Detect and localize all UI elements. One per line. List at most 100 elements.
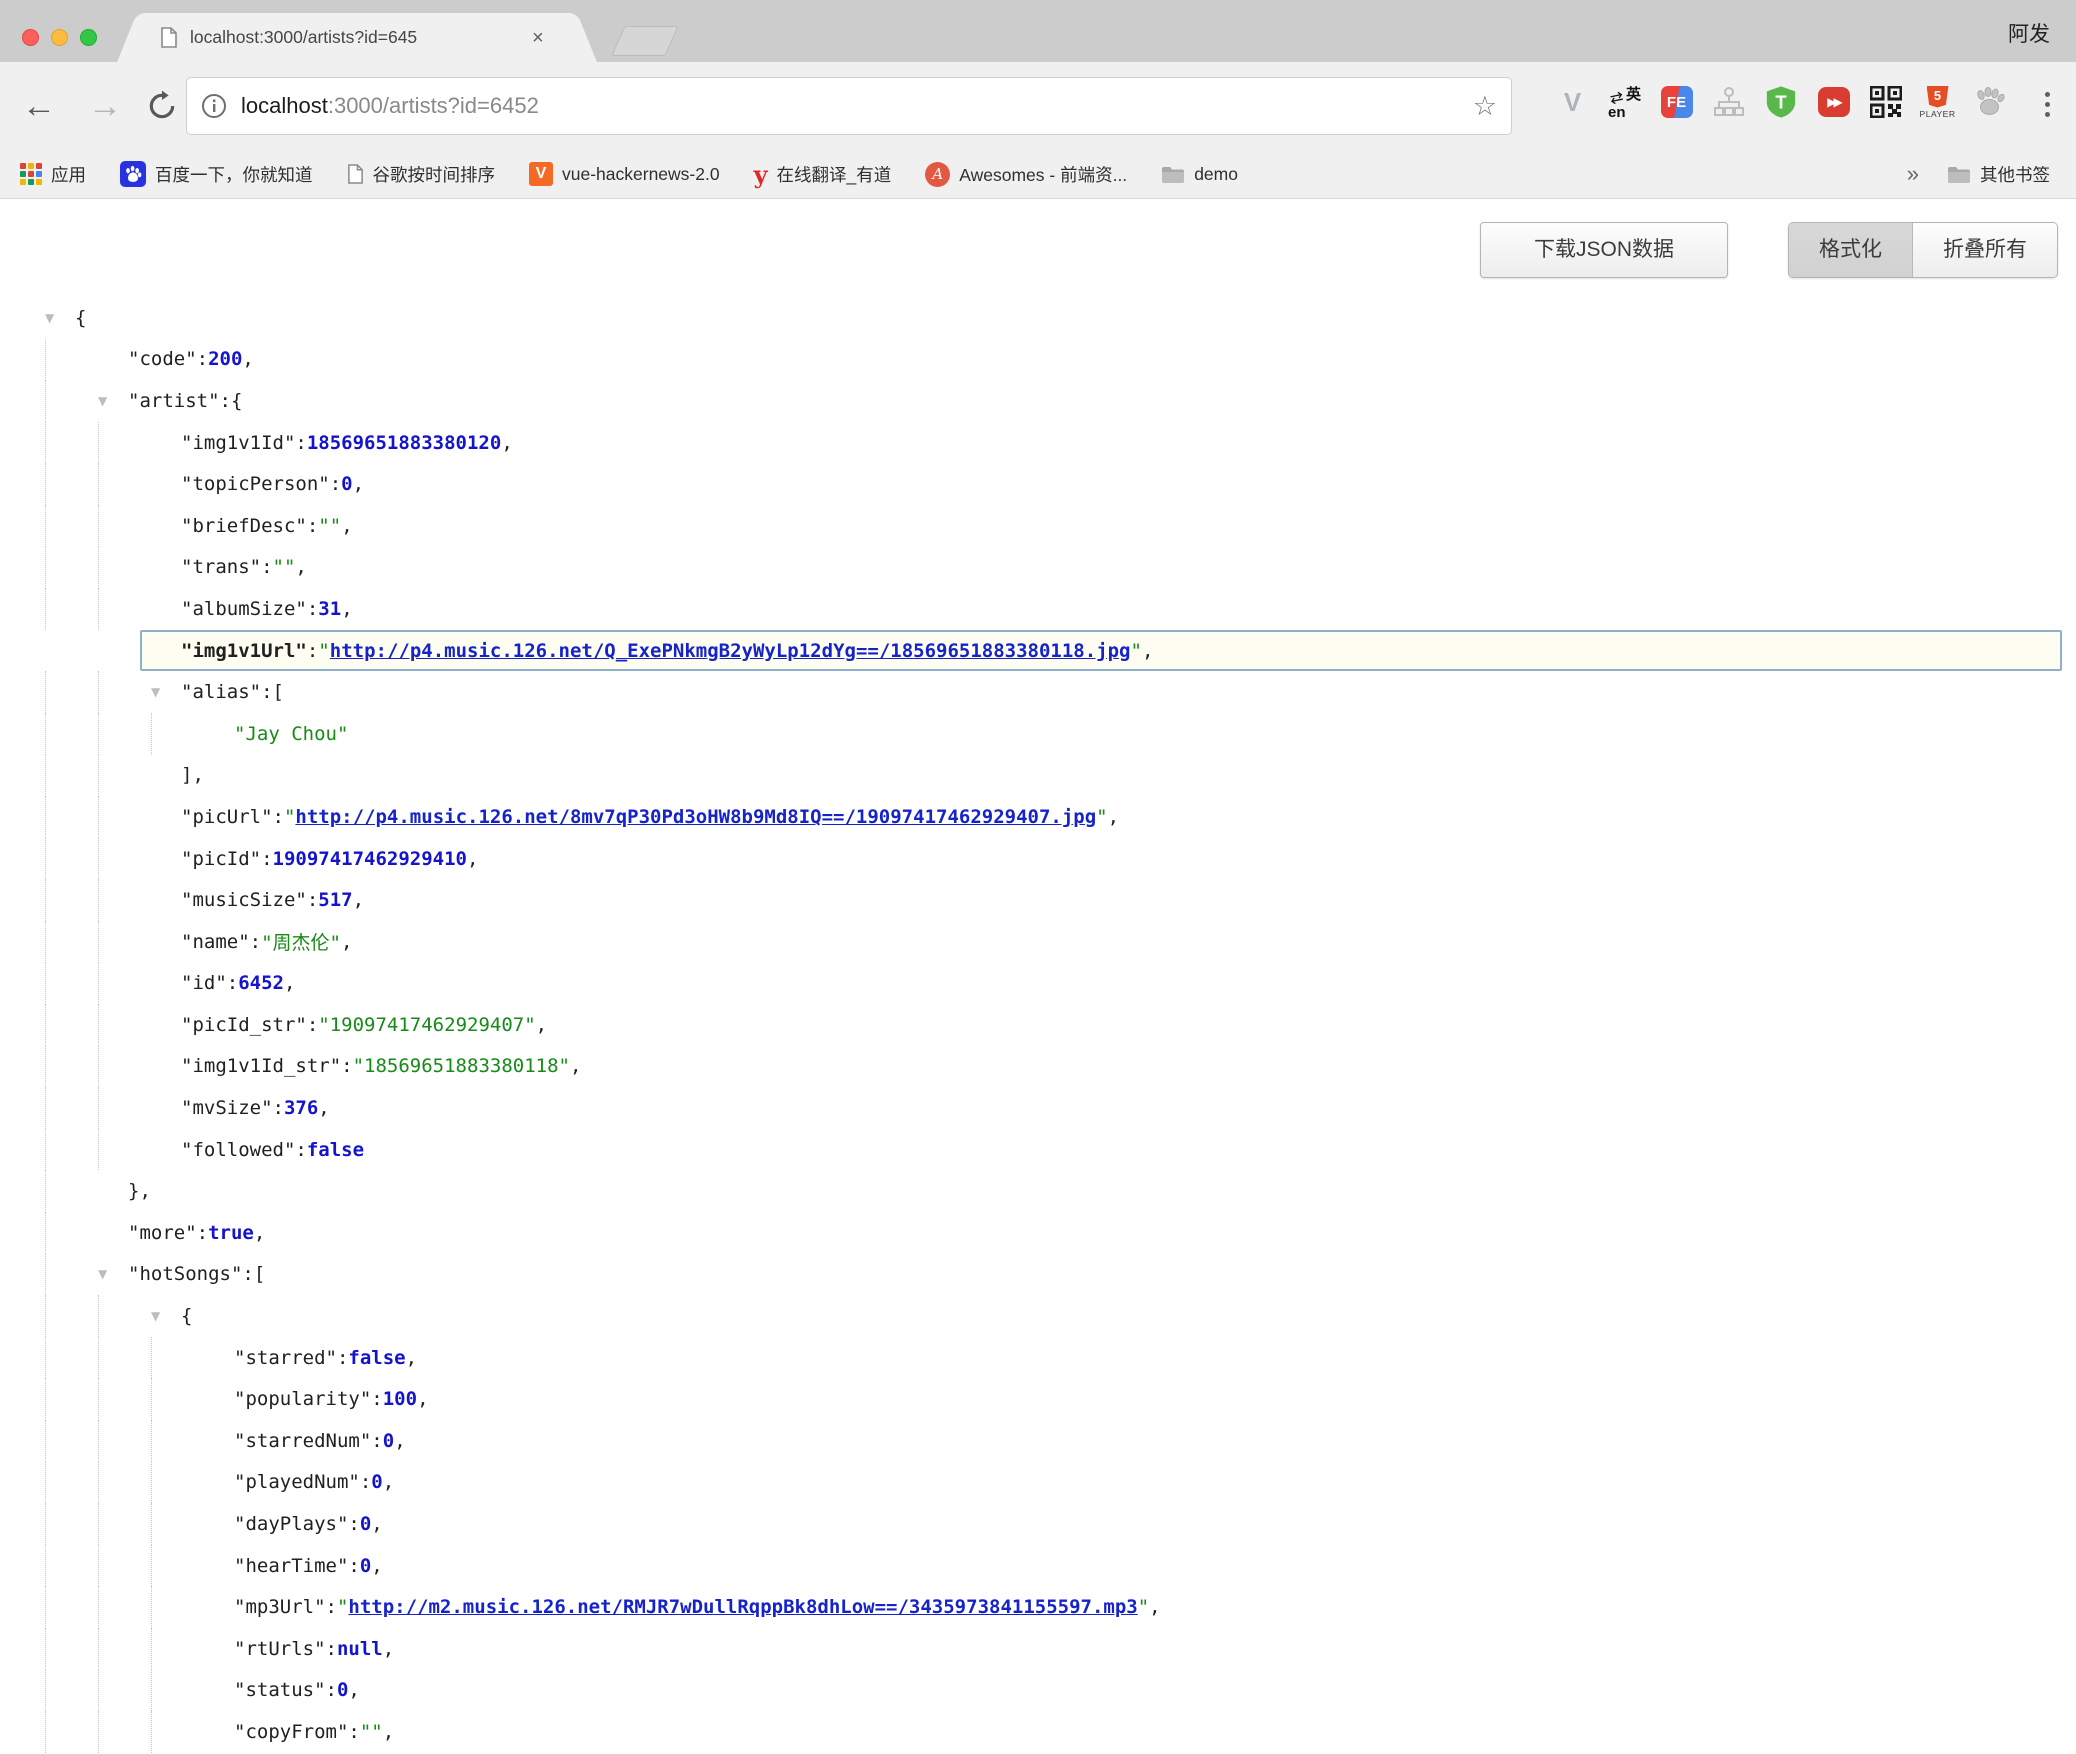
fe-helper-extension-icon[interactable]: FE <box>1660 82 1693 122</box>
indent-guide <box>45 588 98 630</box>
json-link[interactable]: http://p4.music.126.net/Q_ExePNkmgB2yWyL… <box>330 640 1131 662</box>
bookmark-label: 其他书签 <box>1980 162 2050 187</box>
indent-guide <box>45 1087 98 1129</box>
bookmark-awesomes[interactable]: A Awesomes - 前端资... <box>925 162 1127 187</box>
collapse-arrow-icon[interactable]: ▼ <box>151 685 181 699</box>
json-viewer: ▼{"code": 200,▼"artist": {"img1v1Id": 18… <box>0 297 2076 1753</box>
collapse-arrow-icon[interactable]: ▼ <box>45 311 75 325</box>
indent-guide <box>45 1046 98 1088</box>
json-token-p: : <box>242 1263 253 1285</box>
traffic-lights <box>22 29 97 46</box>
json-token-p: ], <box>181 764 204 786</box>
json-token-k: "hotSongs" <box>128 1263 242 1285</box>
reload-icon[interactable] <box>146 90 178 122</box>
indent-guide <box>45 339 98 381</box>
json-token-p: : <box>295 432 306 454</box>
collapse-arrow-icon[interactable]: ▼ <box>98 394 128 408</box>
forward-icon[interactable]: → <box>88 86 122 126</box>
json-token-n: 200 <box>208 348 242 370</box>
url-text[interactable]: localhost:3000/artists?id=6452 <box>241 93 1463 119</box>
json-line: "picId": 19097417462929410, <box>0 838 2076 880</box>
json-token-k: "musicSize" <box>181 889 307 911</box>
maximize-window-button[interactable] <box>80 29 97 46</box>
bookmark-google-sort[interactable]: 谷歌按时间排序 <box>347 162 496 187</box>
json-token-n: 0 <box>383 1430 394 1452</box>
download-json-button[interactable]: 下载JSON数据 <box>1480 222 1728 278</box>
paw-extension-icon[interactable] <box>1973 82 2006 122</box>
bookmark-vue-hackernews[interactable]: V vue-hackernews-2.0 <box>529 162 720 186</box>
json-token-sq: " <box>284 806 295 828</box>
collapse-all-button[interactable]: 折叠所有 <box>1913 223 2057 277</box>
json-token-p: : <box>371 1388 382 1410</box>
bookmark-baidu[interactable]: 百度一下，你就知道 <box>120 161 313 187</box>
json-token-p: , <box>371 1555 382 1577</box>
indent-guide <box>98 422 151 464</box>
collapse-arrow-icon[interactable]: ▼ <box>98 1267 128 1281</box>
video-speed-extension-icon[interactable]: ▶▶ <box>1817 82 1850 122</box>
indent-guide <box>98 713 151 755</box>
indent-guide <box>98 1087 151 1129</box>
html5-player-extension-icon[interactable]: s5 PLAYER <box>1921 82 1954 122</box>
collapse-arrow-icon[interactable]: ▼ <box>151 1309 181 1323</box>
vue-devtools-extension-icon[interactable]: V <box>1556 82 1589 122</box>
json-token-k: "topicPerson" <box>181 473 330 495</box>
browser-tab[interactable]: localhost:3000/artists?id=645 × <box>142 13 572 62</box>
tab-title: localhost:3000/artists?id=645 <box>190 27 530 48</box>
bookmark-youdao[interactable]: y 在线翻译_有道 <box>754 160 892 189</box>
tab-close-icon[interactable]: × <box>532 28 544 48</box>
json-link[interactable]: http://m2.music.126.net/RMJR7wDullRqppBk… <box>348 1596 1137 1618</box>
json-token-k: "dayPlays" <box>234 1513 348 1535</box>
browser-menu-icon[interactable] <box>2045 92 2050 117</box>
json-token-k: "copyFrom" <box>234 1721 348 1743</box>
json-line: "name": "周杰伦", <box>0 921 2076 963</box>
indent-guide <box>45 1670 98 1712</box>
indent-guide <box>45 671 98 713</box>
address-bar[interactable]: localhost:3000/artists?id=6452 ☆ <box>186 77 1512 135</box>
new-tab-button[interactable] <box>611 26 678 56</box>
json-token-p: , <box>536 1014 547 1036</box>
site-info-icon[interactable] <box>201 93 227 119</box>
tampermonkey-extension-icon[interactable]: T <box>1764 85 1798 119</box>
indent-guide <box>45 1004 98 1046</box>
json-line: ▼"hotSongs": [ <box>0 1254 2076 1296</box>
json-line: "code": 200, <box>0 339 2076 381</box>
json-line: "hearTime": 0, <box>0 1545 2076 1587</box>
close-window-button[interactable] <box>22 29 39 46</box>
bookmark-apps[interactable]: 应用 <box>20 162 86 187</box>
baidu-paw-icon <box>120 161 146 187</box>
json-token-p: : <box>337 1347 348 1369</box>
bookmark-demo-folder[interactable]: demo <box>1161 164 1238 185</box>
bookmarks-overflow-chevron-icon[interactable]: » <box>1907 161 1919 187</box>
indent-guide <box>98 1462 151 1504</box>
indent-guide <box>98 1295 151 1337</box>
json-token-k: "trans" <box>181 556 261 578</box>
json-token-p: : <box>273 1097 284 1119</box>
indent-guide <box>98 796 151 838</box>
json-link[interactable]: http://p4.music.126.net/8mv7qP30Pd3oHW8b… <box>295 806 1096 828</box>
qr-code-extension-icon[interactable] <box>1869 82 1902 122</box>
sitemap-extension-icon[interactable] <box>1712 82 1745 122</box>
json-token-sq: " <box>337 1596 348 1618</box>
apps-grid-icon <box>20 163 42 185</box>
json-token-p: , <box>501 432 512 454</box>
json-token-p: : <box>348 1513 359 1535</box>
indent-guide <box>98 1378 151 1420</box>
indent-guide <box>45 963 98 1005</box>
bookmark-star-icon[interactable]: ☆ <box>1473 91 1497 122</box>
back-icon[interactable]: ← <box>22 86 56 126</box>
translator-extension-icon[interactable]: ⇄ 英 en <box>1608 82 1641 122</box>
format-button[interactable]: 格式化 <box>1789 223 1913 277</box>
translate-zh-glyph: 英 <box>1626 83 1641 104</box>
json-token-p: , <box>1142 640 1153 662</box>
profile-name[interactable]: 阿发 <box>2008 18 2050 48</box>
indent-guide <box>151 1337 204 1379</box>
minimize-window-button[interactable] <box>51 29 68 46</box>
indent-guide <box>98 1586 151 1628</box>
indent-guide <box>45 1378 98 1420</box>
json-token-p: : <box>371 1430 382 1452</box>
json-token-p: , <box>353 473 364 495</box>
json-token-n: 0 <box>360 1513 371 1535</box>
bookmark-other-folder[interactable]: 其他书签 <box>1947 162 2050 187</box>
translate-en-glyph: en <box>1608 104 1626 121</box>
json-token-p: : <box>330 473 341 495</box>
